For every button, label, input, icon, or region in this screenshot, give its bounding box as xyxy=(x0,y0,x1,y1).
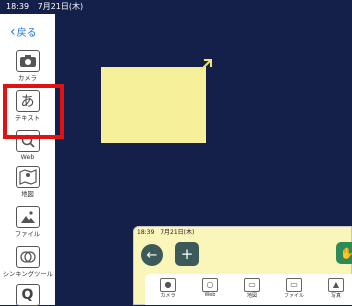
inset-tool-label: ファイル xyxy=(283,293,304,299)
add-icon[interactable]: + xyxy=(175,242,199,266)
status-date: 7月21日(木) xyxy=(37,2,84,11)
web-search-icon: ○ xyxy=(202,278,218,292)
hand-icon[interactable]: ✋ xyxy=(336,242,352,264)
camera-icon xyxy=(15,50,40,72)
inset-status-date: 7月21日(木) xyxy=(160,229,195,236)
q-icon-glyph: Q xyxy=(21,287,34,303)
tool-label: 地図 xyxy=(21,190,34,198)
inset-tool-file[interactable]: ▭ ファイル xyxy=(281,278,307,299)
tool-label: シンキングツール xyxy=(2,270,53,278)
back-button[interactable]: ‹ 戻る xyxy=(10,23,37,40)
q-icon: Q xyxy=(15,284,40,306)
map-icon xyxy=(15,166,40,188)
inset-tool-label: Web xyxy=(204,292,216,298)
tool-camera[interactable]: カメラ xyxy=(0,50,55,83)
thinking-tool-icon xyxy=(15,246,40,268)
tool-sidebar: ‹ 戻る カメラ あ テキスト Web 地図 ファイル シンキングツール Q xyxy=(0,14,55,306)
chevron-left-icon: ‹ xyxy=(10,23,16,40)
tool-q[interactable]: Q xyxy=(0,284,55,306)
highlight-box-text-tool xyxy=(3,84,64,139)
inset-status-time: 18:39 xyxy=(137,229,155,236)
tool-thinking[interactable]: シンキングツール xyxy=(0,246,55,279)
inset-tool-photo[interactable]: ▲ 写真 xyxy=(323,278,349,299)
inset-tool-label: 写真 xyxy=(330,293,341,299)
inset-tool-web[interactable]: ○ Web xyxy=(197,278,223,298)
map-icon: ▭ xyxy=(244,278,260,292)
tool-label: Web xyxy=(20,153,35,161)
back-label: 戻る xyxy=(16,28,37,39)
inset-tool-camera[interactable]: ● カメラ xyxy=(155,278,181,299)
folder-icon: ▭ xyxy=(286,278,302,292)
inset-tool-label: 地図 xyxy=(246,293,257,299)
photo-icon: ▲ xyxy=(328,278,344,292)
status-bar: 18:39 7月21日(木) xyxy=(0,0,352,14)
inset-screenshot: 18:39 7月21日(木) ← + ✋ ● カメラ ○ Web ▭ 地図 ▭ … xyxy=(133,226,352,305)
text-card[interactable] xyxy=(101,67,206,143)
tool-file[interactable]: ファイル xyxy=(0,206,55,239)
tool-label: ファイル xyxy=(14,230,41,238)
inset-toolbar: ● カメラ ○ Web ▭ 地図 ▭ ファイル ▲ 写真 xyxy=(145,274,352,305)
tool-label: カメラ xyxy=(18,74,37,82)
camera-icon: ● xyxy=(160,278,176,292)
status-time: 18:39 xyxy=(6,2,30,11)
back-arrow-icon[interactable]: ← xyxy=(141,244,163,266)
tool-map[interactable]: 地図 xyxy=(0,166,55,199)
inset-status-bar: 18:39 7月21日(木) xyxy=(133,226,352,240)
inset-tool-map[interactable]: ▭ 地図 xyxy=(239,278,265,299)
inset-tool-label: カメラ xyxy=(160,293,176,299)
file-image-icon xyxy=(15,206,40,228)
resize-arrow-icon[interactable] xyxy=(199,57,213,71)
